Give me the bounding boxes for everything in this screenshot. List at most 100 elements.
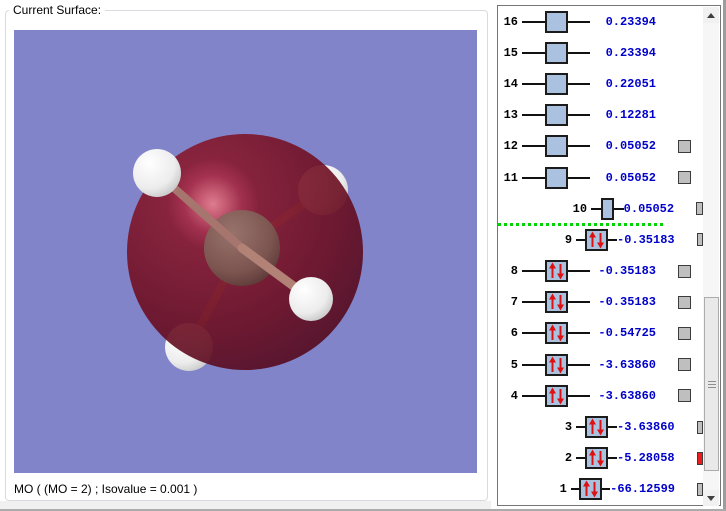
spin-up-down-arrows-icon <box>549 387 564 405</box>
level-line-right <box>568 114 590 117</box>
mo-index: 5 <box>510 357 518 372</box>
mo-checkbox-7[interactable] <box>678 295 691 309</box>
mo-energy: -0.54725 <box>598 326 656 341</box>
scrollbar-thumb[interactable] <box>704 297 719 471</box>
level-line-left <box>522 332 545 335</box>
level-line-right <box>608 238 617 241</box>
mo-row-15[interactable]: 15 0.23394 <box>498 37 703 68</box>
mo-row-1[interactable]: 1 -66.12599 <box>498 474 703 505</box>
level-line-right <box>602 488 611 491</box>
level-line-right <box>568 82 590 85</box>
mo-checkbox-6[interactable] <box>678 326 691 340</box>
mo-index: 14 <box>503 76 518 91</box>
mo-row-10[interactable]: 10 0.05052 <box>498 193 703 227</box>
mo-index: 10 <box>572 201 588 216</box>
current-surface-groupbox: Current Surface: MO ( (MO = 2) ; Isovalu… <box>5 3 488 501</box>
occupied-orbital-box[interactable] <box>545 260 568 283</box>
level-line-left <box>522 363 545 366</box>
mo-checkbox-11[interactable] <box>678 171 691 185</box>
spin-up-down-arrows-icon <box>583 480 599 498</box>
mo-energy: -0.35183 <box>598 295 656 310</box>
occupied-orbital-box[interactable] <box>545 291 568 314</box>
mo-row-2[interactable]: 2 -5.28058 <box>498 443 703 474</box>
virtual-orbital-box[interactable] <box>545 41 568 64</box>
mo-row-3[interactable]: 3 -3.63860 <box>498 411 703 442</box>
molecule-viewport[interactable] <box>14 30 477 473</box>
level-line-right <box>568 394 590 397</box>
mo-energy: 0.23394 <box>605 45 656 60</box>
spin-up-down-arrows-icon <box>589 449 605 467</box>
mo-checkbox-1[interactable] <box>696 482 703 496</box>
mo-row-5[interactable]: 5 -3.63860 <box>498 349 703 380</box>
mo-row-13[interactable]: 13 0.12281 <box>498 100 703 131</box>
virtual-orbital-box[interactable] <box>545 166 568 189</box>
scroll-up-arrow-icon <box>707 12 715 18</box>
occupied-orbital-box[interactable] <box>545 384 568 407</box>
virtual-orbital-box[interactable] <box>545 104 568 127</box>
level-line-left <box>522 114 545 117</box>
mo-row-6[interactable]: 6 -0.54725 <box>498 318 703 349</box>
mo-checkbox-3[interactable] <box>696 420 703 434</box>
level-line-right <box>568 270 590 273</box>
occupied-orbital-box[interactable] <box>585 228 609 251</box>
virtual-orbital-box[interactable] <box>545 135 568 158</box>
mo-row-8[interactable]: 8 -0.35183 <box>498 256 703 287</box>
occupied-orbital-box[interactable] <box>579 478 603 501</box>
level-line-right <box>568 51 590 54</box>
current-surface-label: Current Surface: <box>9 3 106 17</box>
occupied-orbital-box[interactable] <box>585 416 609 439</box>
level-line-right <box>608 426 617 429</box>
level-line-left <box>522 176 545 179</box>
mo-checkbox-9[interactable] <box>696 233 703 247</box>
mo-surface-window: Current Surface: MO ( (MO = 2) ; Isovalu… <box>0 0 726 511</box>
occupied-orbital-box[interactable] <box>545 353 568 376</box>
mo-energy: -3.63860 <box>617 420 675 435</box>
level-line-left <box>576 457 586 460</box>
mo-index: 4 <box>510 388 518 403</box>
level-line-left <box>522 51 545 54</box>
mo-energy: -5.28058 <box>617 451 675 466</box>
hydrogen-front-lower-right <box>289 277 333 321</box>
level-line-left <box>591 207 602 210</box>
mo-index: 7 <box>510 295 518 310</box>
level-line-right <box>568 332 590 335</box>
scroll-up-button[interactable] <box>703 7 719 23</box>
mo-index: 15 <box>503 45 518 60</box>
mo-checkbox-12[interactable] <box>678 139 691 153</box>
mo-row-14[interactable]: 14 0.22051 <box>498 68 703 99</box>
occupied-orbital-box[interactable] <box>545 322 568 345</box>
mo-row-11[interactable]: 11 0.05052 <box>498 162 703 193</box>
mo-row-16[interactable]: 16 0.23394 <box>498 6 703 37</box>
mo-index: 8 <box>510 264 518 279</box>
mo-row-9[interactable]: 9 -0.35183 <box>498 224 703 255</box>
mo-checkbox-10[interactable] <box>696 202 703 216</box>
level-line-left <box>522 301 545 304</box>
mo-energy: -66.12599 <box>610 482 675 497</box>
mo-energy: -3.63860 <box>598 388 656 403</box>
mo-index: 13 <box>503 108 518 123</box>
spin-up-down-arrows-icon <box>549 356 564 374</box>
mo-row-12[interactable]: 12 0.05052 <box>498 131 703 162</box>
occupied-orbital-box[interactable] <box>585 447 609 470</box>
virtual-orbital-box[interactable] <box>545 10 568 33</box>
level-line-left <box>522 145 545 148</box>
spin-up-down-arrows-icon <box>549 324 564 342</box>
spin-up-down-arrows-icon <box>549 293 564 311</box>
surface-caption: MO ( (MO = 2) ; Isovalue = 0.001 ) <box>14 482 198 496</box>
mo-checkbox-5[interactable] <box>678 358 691 372</box>
virtual-orbital-box[interactable] <box>601 197 614 220</box>
spin-up-down-arrows-icon <box>589 231 605 249</box>
mo-row-7[interactable]: 7 -0.35183 <box>498 287 703 318</box>
mo-checkbox-8[interactable] <box>678 264 691 278</box>
mo-checkbox-2[interactable] <box>696 451 703 465</box>
mo-list-scrollbar[interactable] <box>703 7 719 506</box>
mo-rows: 16 0.23394 15 0.23394 14 0.22051 13 0.12281 12 0.… <box>498 6 703 505</box>
mo-row-4[interactable]: 4 -3.63860 <box>498 380 703 411</box>
scrollbar-grip-icon <box>707 380 716 388</box>
scroll-down-button[interactable] <box>703 490 719 506</box>
virtual-orbital-box[interactable] <box>545 72 568 95</box>
spin-up-down-arrows-icon <box>589 418 605 436</box>
level-line-left <box>570 488 580 491</box>
mo-checkbox-4[interactable] <box>678 389 691 403</box>
mo-index: 16 <box>503 14 518 29</box>
